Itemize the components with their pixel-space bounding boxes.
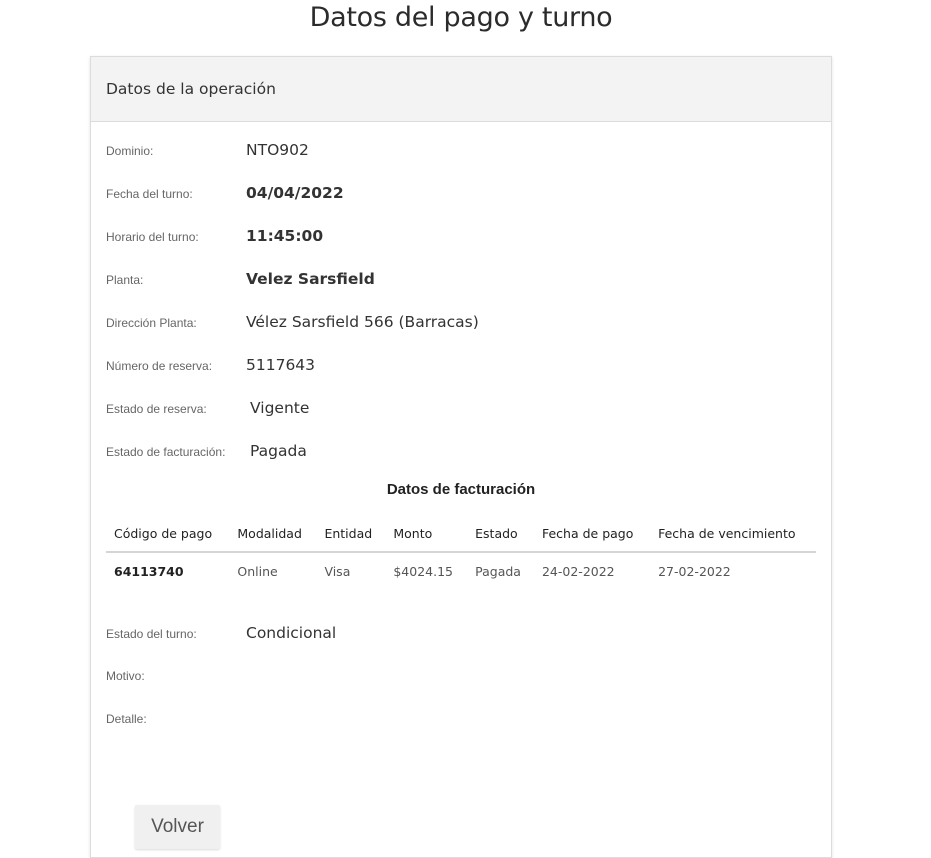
estado-reserva-label: Estado de reserva: bbox=[106, 402, 207, 416]
billing-header-row: Código de pago Modalidad Entidad Monto E… bbox=[106, 515, 816, 553]
column-header: Fecha de vencimiento bbox=[650, 515, 816, 553]
due-date-cell: 27-02-2022 bbox=[658, 563, 731, 579]
field-detalle: Detalle: bbox=[106, 712, 246, 726]
billing-table: Código de pago Modalidad Entidad Monto E… bbox=[106, 515, 816, 589]
direccion-planta-label: Dirección Planta: bbox=[106, 316, 197, 330]
column-header: Fecha de pago bbox=[533, 515, 651, 553]
fecha-turno-value: 04/04/2022 bbox=[246, 184, 344, 202]
numero-reserva-value: 5117643 bbox=[246, 356, 316, 374]
field-estado-turno: Estado del turno: Condicional bbox=[106, 624, 336, 642]
estado-turno-label: Estado del turno: bbox=[106, 627, 197, 641]
field-numero-reserva: Número de reserva: 5117643 bbox=[106, 356, 315, 374]
horario-turno-label: Horario del turno: bbox=[106, 230, 199, 244]
field-estado-facturacion: Estado de facturación: Pagada bbox=[106, 442, 307, 460]
status-cell: Pagada bbox=[475, 563, 521, 579]
operation-card: Datos de la operación Dominio: NTO902 Fe… bbox=[90, 56, 832, 858]
page-title: Datos del pago y turno bbox=[309, 2, 613, 33]
back-button[interactable]: Volver bbox=[135, 805, 220, 849]
estado-turno-value: Condicional bbox=[246, 624, 337, 642]
field-dominio: Dominio: NTO902 bbox=[106, 141, 309, 159]
field-horario-turno: Horario del turno: 11:45:00 bbox=[106, 227, 323, 245]
estado-facturacion-label: Estado de facturación: bbox=[106, 445, 226, 459]
field-fecha-turno: Fecha del turno: 04/04/2022 bbox=[106, 184, 344, 202]
direccion-planta-value: Vélez Sarsfield 566 (Barracas) bbox=[246, 313, 479, 331]
field-motivo: Motivo: bbox=[106, 669, 246, 683]
detalle-label: Detalle: bbox=[106, 712, 147, 726]
dominio-label: Dominio: bbox=[106, 144, 154, 158]
motivo-label: Motivo: bbox=[106, 669, 145, 683]
horario-turno-value: 11:45:00 bbox=[246, 227, 324, 245]
amount-cell: $4024.15 bbox=[393, 563, 453, 579]
column-header: Modalidad bbox=[229, 515, 317, 553]
column-header: Código de pago bbox=[106, 515, 230, 553]
column-header: Estado bbox=[467, 515, 534, 553]
estado-facturacion-value: Pagada bbox=[250, 442, 307, 460]
billing-section-title: Datos de facturación bbox=[386, 481, 536, 498]
modality-cell: Online bbox=[237, 563, 278, 579]
payment-date-cell: 24-02-2022 bbox=[541, 563, 615, 579]
column-header: Monto bbox=[385, 515, 468, 553]
dominio-value: NTO902 bbox=[246, 141, 309, 159]
field-planta: Planta: Velez Sarsfield bbox=[106, 270, 375, 288]
entity-cell: Visa bbox=[324, 563, 351, 579]
planta-value: Velez Sarsfield bbox=[246, 270, 375, 288]
fecha-turno-label: Fecha del turno: bbox=[106, 187, 193, 201]
estado-reserva-value: Vigente bbox=[250, 399, 310, 417]
numero-reserva-label: Número de reserva: bbox=[106, 359, 213, 373]
table-row: 64113740 Online Visa $4024.15 Pagada 24-… bbox=[106, 552, 816, 589]
planta-label: Planta: bbox=[106, 273, 144, 287]
field-direccion-planta: Dirección Planta: Vélez Sarsfield 566 (B… bbox=[106, 313, 479, 331]
payment-code-cell: 64113740 bbox=[114, 563, 184, 579]
column-header: Entidad bbox=[316, 515, 386, 553]
card-header: Datos de la operación bbox=[91, 57, 831, 122]
field-estado-reserva: Estado de reserva: Vigente bbox=[106, 399, 309, 417]
